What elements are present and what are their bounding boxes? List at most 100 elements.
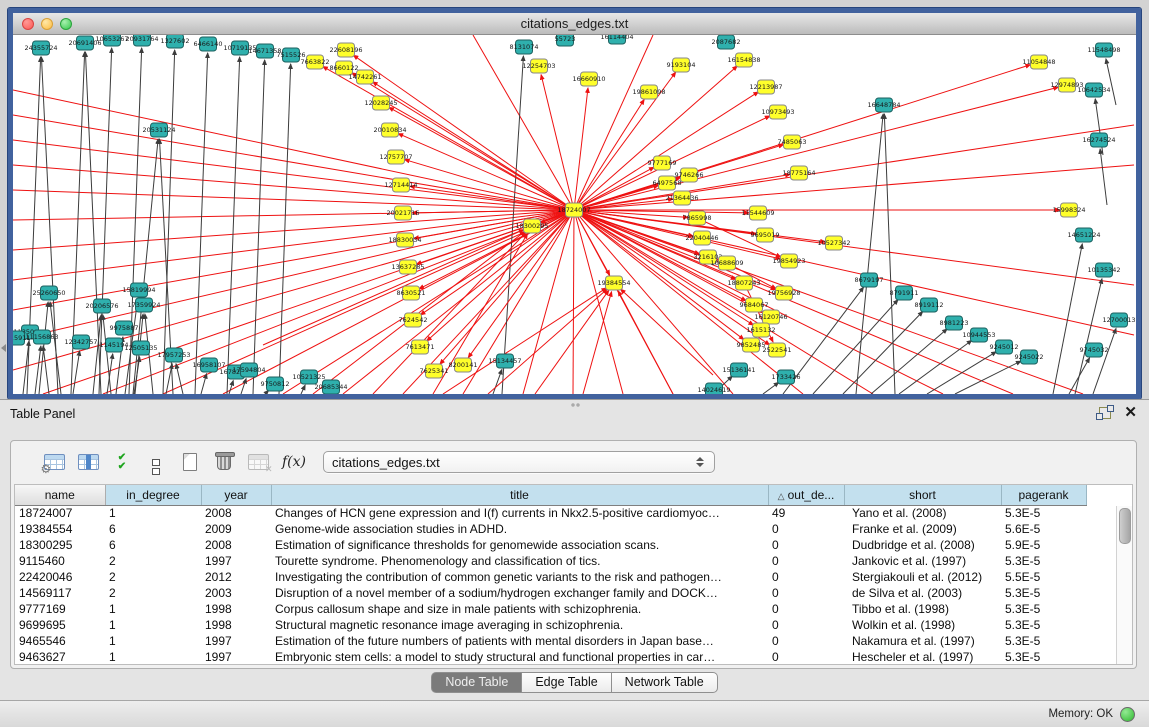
- row-height-icon[interactable]: [143, 449, 169, 475]
- graph-node-label: 22040446: [685, 234, 718, 242]
- graph-node-label: 12028245: [364, 99, 397, 107]
- selected-edge[interactable]: [414, 210, 574, 238]
- edge[interactable]: [163, 50, 175, 394]
- column-header-in_degree[interactable]: in_degree: [105, 485, 201, 505]
- graph-node-label: 7663822: [301, 58, 330, 66]
- edge[interactable]: [301, 385, 305, 394]
- column-header-year[interactable]: year: [201, 485, 271, 505]
- selected-edge[interactable]: [410, 186, 574, 210]
- selected-edge[interactable]: [13, 115, 574, 210]
- selected-edge[interactable]: [405, 160, 574, 210]
- edge[interactable]: [493, 369, 502, 394]
- graph-node-label: 7485063: [778, 138, 807, 146]
- tab-network-table[interactable]: Network Table: [612, 672, 718, 693]
- edge[interactable]: [1106, 59, 1116, 105]
- edge[interactable]: [229, 381, 233, 394]
- table-settings-icon[interactable]: [41, 449, 67, 475]
- edge[interactable]: [73, 351, 80, 394]
- zoom-button[interactable]: [60, 18, 72, 30]
- selected-edge[interactable]: [574, 87, 1058, 210]
- float-panel-icon[interactable]: [1099, 407, 1111, 419]
- edge[interactable]: [195, 53, 208, 394]
- table-row[interactable]: 977716911998Corpus callosum shape and si…: [15, 601, 1086, 617]
- table-row[interactable]: 911546021997Tourette syndrome. Phenomeno…: [15, 553, 1086, 569]
- network-canvas[interactable]: 2435572420691406106532672093176413276026…: [13, 35, 1136, 394]
- delete-table-icon[interactable]: [211, 449, 237, 475]
- graph-node-label: 16114404: [600, 35, 633, 41]
- table-cell: 9465546: [15, 633, 105, 649]
- window-titlebar[interactable]: citations_edges.txt: [13, 13, 1136, 35]
- selected-edge[interactable]: [468, 210, 574, 358]
- table-row[interactable]: 946362711997Embryonic stem cells: a mode…: [15, 649, 1086, 665]
- close-button[interactable]: [22, 18, 34, 30]
- edge[interactable]: [253, 60, 265, 394]
- table-cell: 9115460: [15, 553, 105, 569]
- selected-edge[interactable]: [13, 210, 574, 370]
- edge[interactable]: [843, 311, 923, 394]
- tab-edge-table[interactable]: Edge Table: [522, 672, 611, 693]
- column-header-title[interactable]: title: [271, 485, 768, 505]
- selected-edge[interactable]: [574, 92, 758, 210]
- table-browser: f(x) citations_edges.txt namein_degreeye…: [10, 440, 1137, 669]
- splitter-handle[interactable]: [570, 402, 581, 408]
- edge[interactable]: [241, 379, 246, 394]
- selected-edge[interactable]: [574, 35, 653, 210]
- edge[interactable]: [50, 302, 61, 394]
- table-select[interactable]: citations_edges.txt: [323, 451, 715, 473]
- selected-edge[interactable]: [352, 73, 574, 210]
- selected-edge[interactable]: [373, 233, 526, 394]
- graph-node-label: 9245012: [990, 343, 1019, 351]
- graph-node-label: 12213987: [749, 83, 782, 91]
- show-columns-icon[interactable]: [75, 449, 101, 475]
- edge[interactable]: [856, 114, 883, 394]
- edge[interactable]: [813, 300, 898, 394]
- edge[interactable]: [927, 352, 996, 394]
- selected-edge[interactable]: [13, 165, 574, 210]
- edge[interactable]: [1053, 244, 1082, 394]
- table-row[interactable]: 1830029562008Estimation of significance …: [15, 537, 1086, 553]
- edge[interactable]: [884, 114, 895, 394]
- selected-edge[interactable]: [574, 165, 1134, 210]
- edge[interactable]: [279, 64, 291, 394]
- table-scrollbar-thumb[interactable]: [1119, 508, 1131, 544]
- panel-collapse-arrow[interactable]: [1, 344, 6, 352]
- graph-node-label: 6497568: [653, 179, 682, 187]
- table-row[interactable]: 946554611997Estimation of the future num…: [15, 633, 1086, 649]
- graph-node-label: 9245022: [1015, 353, 1044, 361]
- column-header-short[interactable]: short: [844, 485, 1001, 505]
- selected-edge[interactable]: [541, 75, 574, 210]
- table-cell: Estimation of the future numbers of pati…: [271, 633, 768, 649]
- tab-node-table[interactable]: Node Table: [431, 672, 522, 693]
- edge[interactable]: [1093, 328, 1116, 394]
- graph-node-label: 11054848: [1022, 58, 1055, 66]
- edge[interactable]: [955, 361, 1021, 394]
- table-row[interactable]: 1872400712008Changes of HCN gene express…: [15, 505, 1086, 521]
- close-panel-icon[interactable]: ✕: [1124, 407, 1137, 419]
- edge[interactable]: [763, 382, 779, 394]
- new-table-icon[interactable]: [177, 449, 203, 475]
- selected-edge[interactable]: [443, 288, 606, 394]
- edge[interactable]: [176, 364, 183, 394]
- table-scrollbar[interactable]: [1116, 506, 1132, 664]
- column-header-name[interactable]: name: [15, 485, 105, 505]
- edge[interactable]: [43, 346, 49, 394]
- edge[interactable]: [1100, 149, 1107, 205]
- edge[interactable]: [899, 340, 972, 394]
- function-builder-icon[interactable]: f(x): [279, 449, 309, 475]
- table-row[interactable]: 2242004622012Investigating the contribut…: [15, 569, 1086, 585]
- table-row[interactable]: 1938455462009Genome-wide association stu…: [15, 521, 1086, 537]
- edge[interactable]: [1069, 358, 1090, 394]
- selected-edge[interactable]: [618, 291, 673, 394]
- table-row[interactable]: 1456911722003Disruption of a novel membe…: [15, 585, 1086, 601]
- selected-edge[interactable]: [463, 210, 574, 394]
- table-row[interactable]: 969969511998Structural magnetic resonanc…: [15, 617, 1086, 633]
- selected-edge[interactable]: [573, 210, 574, 394]
- column-header-pagerank[interactable]: pagerank: [1001, 485, 1086, 505]
- table-cell: 0: [768, 537, 844, 553]
- table-cell: 0: [768, 601, 844, 617]
- column-header-out_de[interactable]: △out_de...: [768, 485, 844, 505]
- selected-edge[interactable]: [621, 289, 713, 375]
- minimize-button[interactable]: [41, 18, 53, 30]
- select-rows-icon[interactable]: [109, 449, 135, 475]
- graph-node-label: 7624542: [399, 316, 428, 324]
